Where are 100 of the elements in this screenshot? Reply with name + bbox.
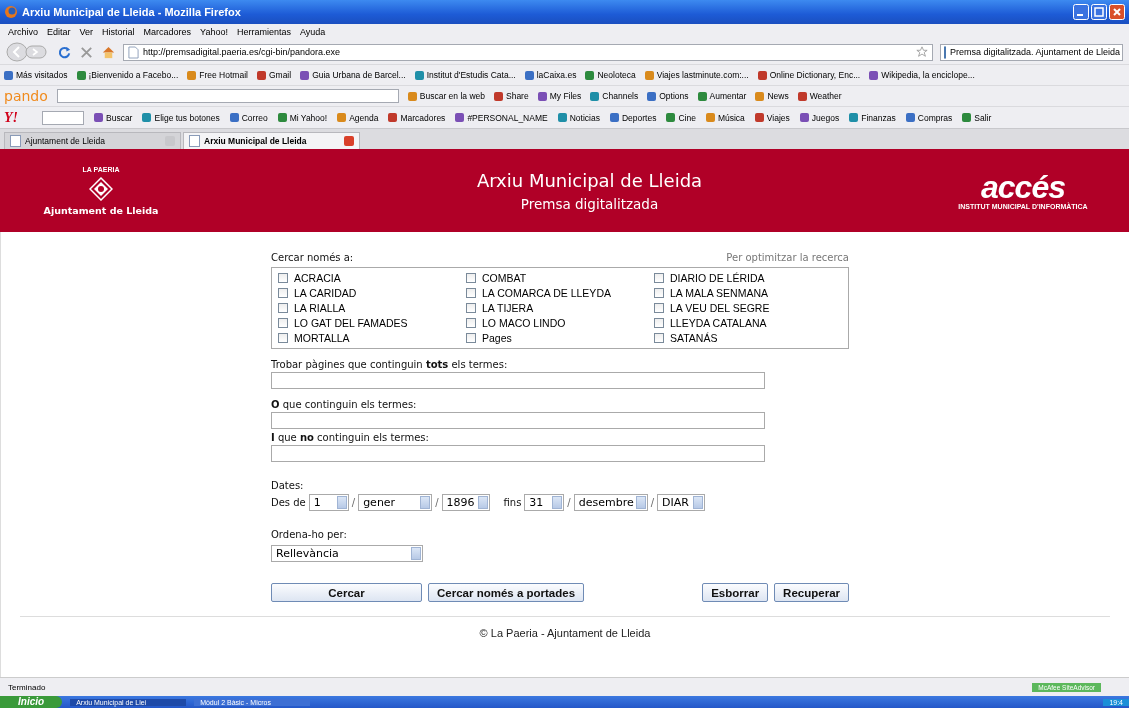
checkbox[interactable] bbox=[278, 303, 288, 313]
toolbar-button[interactable]: Viajes bbox=[754, 112, 790, 123]
toolbar-button[interactable]: Juegos bbox=[799, 112, 840, 123]
toolbar-search-field[interactable] bbox=[56, 89, 399, 103]
star-icon[interactable] bbox=[916, 46, 928, 58]
address-bar[interactable]: http://premsadigital.paeria.es/cgi-bin/pandora.exe bbox=[123, 43, 933, 61]
form-button[interactable]: Cercar bbox=[271, 583, 422, 602]
org-name: Ajuntament de Lleida bbox=[43, 204, 159, 216]
toolbar-button[interactable]: Finanzas bbox=[849, 112, 896, 123]
publication-name: LA CARIDAD bbox=[294, 287, 357, 299]
checkbox[interactable] bbox=[654, 273, 664, 283]
menu-item[interactable]: Marcadores bbox=[143, 27, 192, 37]
filter-label: Cercar només a: bbox=[271, 252, 354, 263]
toolbar-button[interactable]: News bbox=[755, 91, 789, 101]
menu-item[interactable]: Ayuda bbox=[300, 27, 326, 37]
checkbox[interactable] bbox=[466, 303, 476, 313]
start-button[interactable]: Inicio bbox=[0, 696, 63, 708]
toolbar-button[interactable]: Marcadores bbox=[388, 112, 446, 123]
dates-label: Dates: bbox=[271, 480, 305, 491]
checkbox[interactable] bbox=[278, 318, 288, 328]
bookmark[interactable]: Gmail bbox=[256, 70, 292, 80]
checkbox[interactable] bbox=[466, 288, 476, 298]
back-forward-icon[interactable] bbox=[6, 42, 50, 62]
input-field[interactable] bbox=[271, 445, 765, 462]
checkbox[interactable] bbox=[466, 333, 476, 343]
checkbox[interactable] bbox=[278, 333, 288, 343]
toolbar-button[interactable]: Options bbox=[647, 91, 689, 101]
toolbar-button[interactable]: Buscar bbox=[94, 112, 133, 123]
form-button[interactable]: Recuperar bbox=[774, 583, 849, 602]
menu-item[interactable]: Yahoo! bbox=[200, 27, 228, 37]
maximize-icon[interactable] bbox=[1091, 4, 1107, 20]
toolbar-button[interactable]: Cine bbox=[666, 112, 696, 123]
sort-label: Ordena-ho per: bbox=[271, 529, 348, 540]
toolbar-button[interactable]: #PERSONAL_NAME bbox=[455, 112, 548, 123]
bookmark[interactable]: laCaixa.es bbox=[524, 70, 577, 80]
toolbar-button[interactable]: Aumentar bbox=[697, 91, 747, 101]
browser-tab[interactable]: Arxiu Municipal de Lleida bbox=[183, 132, 360, 149]
site-subtitle: Premsa digitalitzada bbox=[520, 195, 659, 212]
checkbox[interactable] bbox=[654, 318, 664, 328]
pando-logo: pando bbox=[4, 88, 48, 104]
publication-name: LO GAT DEL FAMADES bbox=[294, 317, 408, 329]
minimize-icon[interactable] bbox=[1073, 4, 1089, 20]
toolbar-button[interactable]: Channels bbox=[590, 91, 639, 101]
toolbar-button[interactable]: Mi Yahoo! bbox=[277, 112, 328, 123]
checkbox[interactable] bbox=[654, 288, 664, 298]
checkbox[interactable] bbox=[654, 333, 664, 343]
dropdown[interactable]: 1 bbox=[308, 494, 349, 511]
toolbar-button[interactable]: Correo bbox=[229, 112, 268, 123]
checkbox[interactable] bbox=[466, 273, 476, 283]
dropdown[interactable]: 1896 bbox=[441, 494, 490, 511]
publication-name: LLEYDA CATALANA bbox=[670, 317, 767, 329]
toolbar-button[interactable]: Elige tus botones bbox=[142, 112, 220, 123]
partner-logo: accés bbox=[981, 171, 1065, 203]
form-button[interactable]: Cercar només a portades bbox=[428, 583, 585, 602]
input-field[interactable] bbox=[271, 412, 765, 429]
checkbox[interactable] bbox=[466, 318, 476, 328]
home-icon[interactable] bbox=[101, 44, 116, 60]
bookmark[interactable]: Viajes lastminute.com:... bbox=[644, 70, 749, 80]
form-button[interactable]: Esborrar bbox=[702, 583, 769, 602]
dropdown[interactable]: 31 bbox=[524, 494, 565, 511]
checkbox[interactable] bbox=[278, 288, 288, 298]
window-title: Arxiu Municipal de Lleida - Mozilla Firefox bbox=[22, 6, 242, 18]
toolbar-button[interactable]: Noticias bbox=[557, 112, 600, 123]
bookmark[interactable]: Neoloteca bbox=[585, 70, 636, 80]
dropdown[interactable]: desembre bbox=[573, 494, 648, 511]
dropdown[interactable]: DIAR bbox=[657, 494, 706, 511]
toolbar-button[interactable]: Deportes bbox=[609, 112, 657, 123]
bookmark[interactable]: ¡Bienvenido a Facebo... bbox=[76, 70, 179, 80]
toolbar-button[interactable]: Compras bbox=[905, 112, 953, 123]
checkbox[interactable] bbox=[654, 303, 664, 313]
sort-dropdown[interactable]: Rellevància bbox=[271, 545, 423, 562]
stop-icon[interactable] bbox=[79, 44, 94, 60]
toolbar-button[interactable]: Música bbox=[705, 112, 745, 123]
checkbox[interactable] bbox=[278, 273, 288, 283]
publication-name: LA COMARCA DE LLEYDA bbox=[482, 287, 611, 299]
toolbar-button[interactable]: Share bbox=[494, 91, 529, 101]
toolbar-button[interactable]: Agenda bbox=[337, 112, 379, 123]
menu-item[interactable]: Editar bbox=[47, 27, 71, 37]
toolbar-dropdown[interactable] bbox=[42, 110, 84, 125]
bookmark[interactable]: Online Dictionary, Enc... bbox=[757, 70, 861, 80]
menu-item[interactable]: Ver bbox=[79, 27, 94, 37]
reload-icon[interactable] bbox=[57, 44, 72, 60]
bookmark[interactable]: Guia Urbana de Barcel... bbox=[300, 70, 406, 80]
bookmark[interactable]: Más visitados bbox=[4, 70, 68, 80]
close-icon[interactable] bbox=[1109, 4, 1125, 20]
menu-item[interactable]: Herramientas bbox=[236, 27, 291, 37]
site-title: Arxiu Municipal de Lleida bbox=[476, 169, 703, 191]
browser-tab[interactable]: Ajuntament de Lleida bbox=[4, 132, 181, 149]
dropdown[interactable]: gener bbox=[358, 494, 433, 511]
input-field[interactable] bbox=[271, 372, 765, 389]
menu-item[interactable]: Historial bbox=[102, 27, 135, 37]
toolbar-button[interactable]: Salir bbox=[962, 112, 992, 123]
bookmark[interactable]: Wikipedia, la enciclope... bbox=[869, 70, 975, 80]
toolbar-button[interactable]: Buscar en la web bbox=[407, 91, 485, 101]
bookmark[interactable]: Institut d'Estudis Cata... bbox=[414, 70, 516, 80]
toolbar-button[interactable]: My Files bbox=[537, 91, 582, 101]
bookmark[interactable]: Free Hotmail bbox=[187, 70, 248, 80]
toolbar-button[interactable]: Weather bbox=[797, 91, 842, 101]
menu-item[interactable]: Archivo bbox=[8, 27, 38, 37]
search-field[interactable]: Premsa digitalitzada. Ajuntament de Lleida bbox=[940, 43, 1123, 61]
